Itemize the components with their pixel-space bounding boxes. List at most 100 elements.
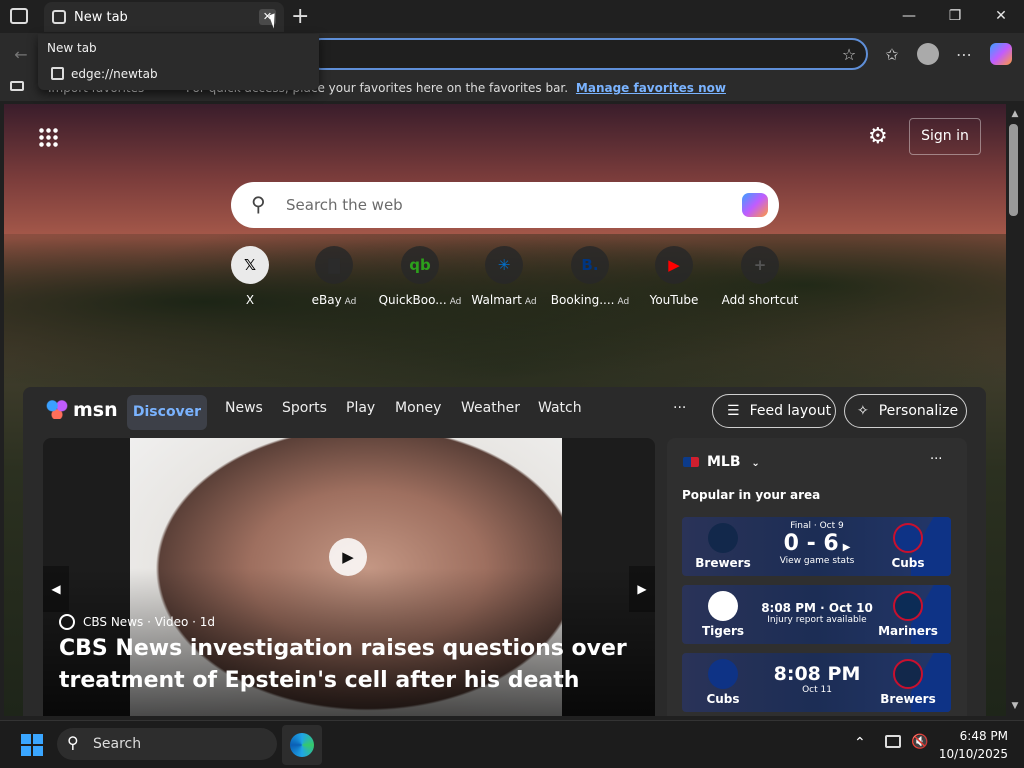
game-score: 0 - 6 ▶: [752, 531, 882, 556]
walmart-icon: ✳: [485, 246, 523, 284]
game-detail: Oct 11: [802, 685, 832, 695]
edge-taskbar-icon[interactable]: [282, 725, 322, 765]
story-source: CBS News · Video · 1d: [83, 615, 216, 629]
home-team-name: Cubs: [706, 692, 740, 706]
clock-time[interactable]: 6:48 PM: [958, 729, 1008, 743]
away-team-name: Brewers: [880, 692, 936, 706]
league-label: MLB: [707, 454, 741, 470]
import-favorites-icon[interactable]: [10, 81, 24, 91]
shortcut-add-shortcut[interactable]: + Add shortcut: [718, 246, 802, 307]
away-team-logo-icon: [893, 523, 923, 553]
apps-launcher-icon[interactable]: [38, 127, 58, 147]
workspaces-icon[interactable]: [10, 8, 28, 24]
tab-hover-card: New tab edge://newtab: [38, 34, 319, 90]
tab-sports[interactable]: Sports: [282, 400, 327, 416]
shortcut-youtube[interactable]: ▶ YouTube: [632, 246, 716, 307]
personalize-button[interactable]: ✧ Personalize: [844, 394, 967, 428]
favorites-icon[interactable]: ✩: [877, 40, 907, 68]
close-window-button[interactable]: ✕: [978, 0, 1024, 32]
mlb-icon: [683, 457, 699, 467]
shortcut-booking[interactable]: B. Booking.... Ad: [548, 246, 632, 307]
next-arrow-icon[interactable]: ▶: [629, 566, 655, 612]
edge-logo-icon: [290, 733, 314, 757]
scroll-up-arrow[interactable]: ▲: [1006, 106, 1024, 122]
game-middle: Final · Oct 90 - 6 ▶ View game stats: [752, 517, 882, 566]
game-card[interactable]: Cubs 8:08 PM Oct 11 Brewers: [682, 653, 951, 712]
minimize-button[interactable]: —: [886, 0, 932, 32]
league-selector[interactable]: MLB ⌄: [707, 454, 760, 470]
network-icon[interactable]: [885, 735, 901, 748]
score-text: 0 - 6: [783, 531, 839, 556]
msn-logo[interactable]: msn: [73, 399, 118, 421]
new-tab-page: ⚙ Sign in ⚲ Search the web 𝕏 X ▇ eBay Ad qb Qu…: [4, 104, 1006, 716]
hover-card-title: New tab: [47, 41, 97, 55]
copilot-icon[interactable]: [990, 43, 1012, 65]
hero-story-card[interactable]: ◀ ▶ ▶ CBS News · Video · 1d CBS News inv…: [43, 438, 655, 716]
windows-start-icon[interactable]: [21, 734, 43, 756]
home-team: Brewers: [688, 523, 758, 570]
feed-layout-button[interactable]: ☰ Feed layout: [712, 394, 836, 428]
tab-news[interactable]: News: [225, 400, 263, 416]
home-team-logo-icon: [708, 523, 738, 553]
favorite-star-icon[interactable]: ☆: [834, 40, 864, 68]
scrollbar-thumb[interactable]: [1009, 124, 1018, 216]
sports-more-icon[interactable]: ···: [930, 452, 942, 467]
shortcut-ebay[interactable]: ▇ eBay Ad: [292, 246, 376, 307]
tab-watch[interactable]: Watch: [538, 400, 582, 416]
game-card[interactable]: Brewers Final · Oct 90 - 6 ▶ View game stat…: [682, 517, 951, 576]
prev-arrow-icon[interactable]: ◀: [43, 566, 69, 612]
settings-gear-icon[interactable]: ⚙: [868, 124, 888, 149]
shortcut-glyph: ▇: [328, 256, 340, 274]
shortcut-walmart[interactable]: ✳ Walmart Ad: [462, 246, 546, 307]
away-team-name: Mariners: [878, 624, 938, 638]
shortcut-x[interactable]: 𝕏X: [208, 246, 292, 307]
taskbar-search-label: Search: [93, 736, 142, 752]
restore-button[interactable]: ❐: [932, 0, 978, 32]
more-options-icon[interactable]: ⋯: [949, 40, 979, 68]
tab-weather[interactable]: Weather: [461, 400, 520, 416]
story-headline-line2[interactable]: treatment of Epstein's cell after his de…: [59, 668, 579, 693]
back-button[interactable]: ←: [6, 40, 36, 68]
new-tab-button[interactable]: +: [291, 4, 309, 29]
scroll-down-arrow[interactable]: ▼: [1006, 698, 1024, 714]
address-bar[interactable]: [305, 38, 868, 70]
more-nav-icon[interactable]: ···: [673, 400, 686, 416]
taskbar-search[interactable]: ⚲ Search: [57, 728, 277, 760]
game-middle: 8:08 PM · Oct 10 Injury report available: [752, 585, 882, 625]
shortcut-quickboo[interactable]: qb QuickBoo... Ad: [378, 246, 462, 307]
shortcut-glyph: B.: [581, 256, 599, 274]
home-team-name: Brewers: [695, 556, 751, 570]
search-box[interactable]: ⚲ Search the web: [231, 182, 779, 228]
clock-date[interactable]: 10/10/2025: [938, 747, 1008, 761]
new-tab-favicon: [52, 10, 66, 24]
shortcut-label: eBay Ad: [292, 293, 376, 307]
tab-new-tab[interactable]: New tab ✕: [44, 2, 284, 32]
shortcut-name: eBay: [311, 293, 342, 307]
game-detail: View game stats: [779, 556, 855, 566]
tab-discover[interactable]: Discover: [127, 395, 207, 430]
tab-play[interactable]: Play: [346, 400, 375, 416]
play-button[interactable]: ▶: [329, 538, 367, 576]
show-hidden-icons-icon[interactable]: ⌃: [854, 735, 866, 751]
profile-avatar[interactable]: [917, 43, 939, 65]
hover-card-url: edge://newtab: [71, 67, 158, 81]
game-status: 8:08 PM · Oct 10: [761, 601, 873, 615]
shortcut-label: X: [208, 293, 292, 307]
sign-in-button[interactable]: Sign in: [909, 118, 981, 155]
manage-favorites-link[interactable]: Manage favorites now: [576, 81, 726, 95]
game-card[interactable]: Tigers 8:08 PM · Oct 10 Injury report avai…: [682, 585, 951, 644]
search-placeholder: Search the web: [286, 196, 403, 214]
volume-mute-icon[interactable]: 🔇: [911, 734, 928, 750]
ebay-icon: ▇: [315, 246, 353, 284]
game-detail: Injury report available: [767, 615, 867, 625]
shortcut-name: Booking....: [550, 293, 615, 307]
away-team-logo-icon: [893, 659, 923, 689]
sports-widget: MLB ⌄ ··· Popular in your area Brewers Fi…: [667, 438, 967, 716]
copilot-search-icon[interactable]: [742, 193, 768, 217]
shortcut-glyph: ▶: [668, 256, 680, 274]
tab-money[interactable]: Money: [395, 400, 441, 416]
story-headline-line1[interactable]: CBS News investigation raises questions …: [59, 636, 627, 661]
chevron-down-icon: ⌄: [751, 458, 760, 469]
ad-badge: Ad: [449, 297, 462, 307]
home-team-logo-icon: [708, 659, 738, 689]
